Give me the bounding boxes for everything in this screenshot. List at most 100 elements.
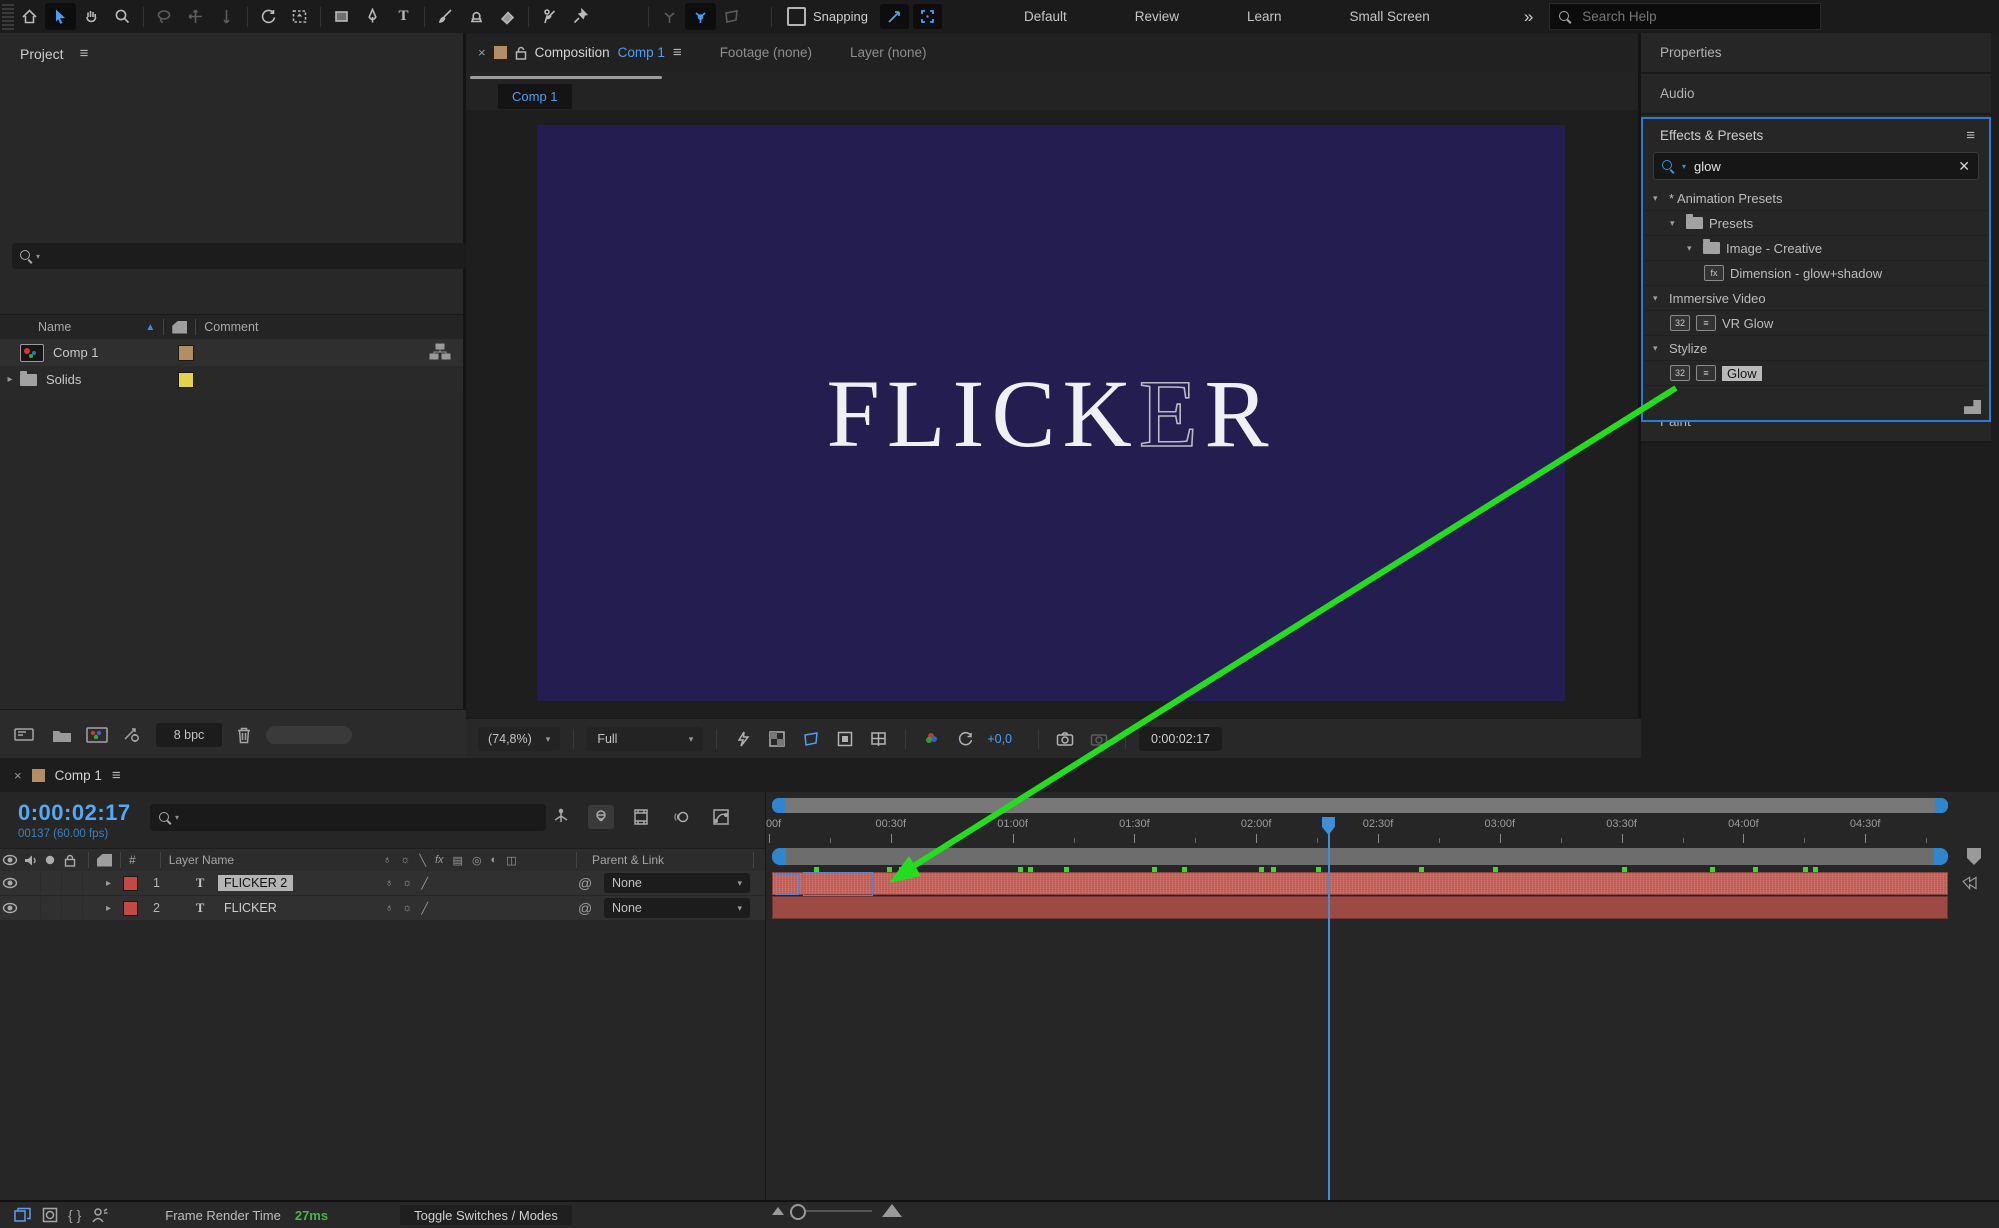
workspace-tab-learn[interactable]: Learn xyxy=(1213,0,1316,33)
toolbar-grip[interactable] xyxy=(2,3,14,30)
clear-search-icon[interactable]: ✕ xyxy=(1958,158,1970,175)
close-tab-icon[interactable]: × xyxy=(478,45,486,60)
effects-tree-item-dimension-glow-shadow[interactable]: fx Dimension - glow+shadow xyxy=(1643,261,1989,286)
quality-switch-icon[interactable]: ╲ xyxy=(419,854,426,867)
effects-tree-item-glow[interactable]: 32 ≡ Glow xyxy=(1643,361,1989,386)
comp-viewer-subtab[interactable]: Comp 1 xyxy=(498,84,572,109)
layer-visibility-eye-icon[interactable] xyxy=(0,877,20,889)
collapse-switch-icon[interactable]: ☼ xyxy=(402,902,412,915)
pen-tool-button[interactable] xyxy=(357,3,388,30)
mask-visibility-toggle-button[interactable] xyxy=(912,4,942,29)
anchor-switch-icon[interactable]: ♁ xyxy=(383,854,391,867)
clone-stamp-tool-button[interactable] xyxy=(461,3,492,30)
effects-switch-icon[interactable]: fx xyxy=(435,854,444,867)
effects-tree-item-image-creative[interactable]: ▾ Image - Creative xyxy=(1643,236,1989,261)
solo-cell[interactable] xyxy=(41,872,62,894)
help-search-box[interactable] xyxy=(1549,3,1822,30)
layer-visibility-eye-icon[interactable] xyxy=(0,902,20,914)
tab-footage[interactable]: Footage (none) xyxy=(720,33,812,72)
search-options-chevron[interactable]: ▾ xyxy=(1682,162,1686,171)
timeline-pane-divider[interactable] xyxy=(765,792,766,1200)
search-options-chevron[interactable]: ▾ xyxy=(36,252,40,261)
audio-column-icon[interactable] xyxy=(20,854,40,867)
project-footer-scrollbar[interactable] xyxy=(266,725,352,744)
world-axis-mode-button[interactable] xyxy=(685,3,716,30)
grid-guides-icon[interactable] xyxy=(866,727,892,751)
panel-menu-icon[interactable]: ≡ xyxy=(1966,127,1975,144)
layer-bar-2[interactable] xyxy=(772,896,1948,919)
project-settings-icon[interactable] xyxy=(122,726,142,743)
lock-cell[interactable] xyxy=(62,872,83,894)
color-depth-button[interactable]: 8 bpc xyxy=(156,722,222,747)
column-number[interactable]: # xyxy=(129,853,136,867)
transparency-grid-icon[interactable] xyxy=(764,727,790,751)
twirl-down-icon[interactable]: ▾ xyxy=(1670,218,1680,229)
composition-canvas[interactable]: FLICKER xyxy=(537,125,1565,701)
3d-layer-switch-icon[interactable]: ◫ xyxy=(506,854,516,867)
new-composition-icon[interactable] xyxy=(86,726,108,743)
toggle-switches-modes-button[interactable]: Toggle Switches / Modes xyxy=(400,1205,572,1225)
flowchart-icon[interactable] xyxy=(429,343,451,363)
parent-link-dropdown[interactable]: None ▾ xyxy=(604,873,750,893)
parent-pickwhip-icon[interactable]: @ xyxy=(578,900,592,916)
workspace-tab-review[interactable]: Review xyxy=(1101,0,1213,33)
workspace-overflow-chevron[interactable]: » xyxy=(1524,7,1533,27)
collapse-switch-icon[interactable]: ☼ xyxy=(402,877,412,890)
reset-exposure-icon[interactable] xyxy=(953,727,979,751)
anchor-switch-icon[interactable]: ♁ xyxy=(385,877,393,890)
collapse-transform-icon[interactable]: ☼ xyxy=(400,854,410,867)
resolution-dropdown[interactable]: Full ▾ xyxy=(587,727,704,751)
new-animation-preset-icon[interactable] xyxy=(1964,400,1981,414)
color-label-chip[interactable] xyxy=(178,371,194,388)
anchor-switch-icon[interactable]: ♁ xyxy=(385,902,393,915)
effects-tree-item-presets[interactable]: ▾ Presets xyxy=(1643,211,1989,236)
adjustment-layer-switch-icon[interactable]: ◐ xyxy=(491,854,498,867)
snapshot-camera-icon[interactable] xyxy=(1052,727,1078,751)
solo-cell[interactable] xyxy=(41,897,62,919)
audio-cell[interactable] xyxy=(20,872,41,894)
expand-layers-icon[interactable] xyxy=(14,1207,32,1223)
exposure-value[interactable]: +0,0 xyxy=(987,732,1012,746)
unlock-icon[interactable] xyxy=(515,46,527,60)
keyframe-selection-box[interactable] xyxy=(803,872,873,896)
layer-row-2[interactable]: ▸ 2 T FLICKER ♁ ☼ ╱ @ None ▾ xyxy=(0,896,765,921)
interpret-footage-icon[interactable] xyxy=(14,726,38,743)
tab-layer[interactable]: Layer (none) xyxy=(850,33,927,72)
frame-blend-switch-icon[interactable]: ▤ xyxy=(453,854,463,867)
timeline-search-input[interactable] xyxy=(181,809,496,826)
keyframe-selection-box[interactable] xyxy=(775,874,799,895)
quality-switch-icon[interactable]: ╱ xyxy=(421,877,428,890)
viewer-timecode[interactable]: 0:00:02:17 xyxy=(1139,727,1223,751)
zoom-out-mountain-icon[interactable] xyxy=(772,1206,784,1215)
tab-composition[interactable]: × Composition Comp 1 ≡ xyxy=(478,33,682,72)
author-icon[interactable] xyxy=(91,1207,109,1223)
panel-menu-icon[interactable]: ≡ xyxy=(112,767,121,784)
current-timecode[interactable]: 0:00:02:17 xyxy=(18,800,131,826)
column-name[interactable]: Name xyxy=(38,320,71,334)
layer-twirl-icon[interactable]: ▸ xyxy=(106,903,111,914)
timeline-tab-label[interactable]: Comp 1 xyxy=(55,768,102,783)
rectangle-tool-button[interactable] xyxy=(326,3,357,30)
effects-tree-item--animation-presets[interactable]: ▾ * Animation Presets xyxy=(1643,186,1989,211)
column-divider[interactable] xyxy=(163,319,165,335)
timeline-search-box[interactable]: ▾ xyxy=(150,804,546,831)
render-quality-icon[interactable] xyxy=(1960,875,1984,895)
layer-twirl-icon[interactable]: ▸ xyxy=(106,878,111,889)
twirl-down-icon[interactable]: ▾ xyxy=(1653,193,1663,204)
search-options-chevron[interactable]: ▾ xyxy=(175,813,179,822)
sidebar-panel-audio[interactable]: Audio xyxy=(1641,74,1991,115)
lock-column-icon[interactable] xyxy=(60,854,80,867)
label-column-icon[interactable] xyxy=(97,853,112,867)
column-layer-name[interactable]: Layer Name xyxy=(169,853,234,867)
layer-name[interactable]: FLICKER xyxy=(218,900,283,916)
layer-bar-1[interactable] xyxy=(772,872,1948,895)
rotation-tool-button[interactable] xyxy=(253,3,284,30)
project-row-solids[interactable]: ▸ Solids xyxy=(0,366,463,393)
layer-color-label[interactable] xyxy=(123,875,138,891)
twirl-down-icon[interactable]: ▾ xyxy=(1653,343,1663,354)
selection-tool-button[interactable] xyxy=(45,3,76,30)
layer-row-1[interactable]: ▸ 1 T FLICKER 2 ♁ ☼ ╱ @ None ▾ xyxy=(0,871,765,896)
sort-ascending-icon[interactable]: ▲ xyxy=(145,322,155,333)
parent-pickwhip-icon[interactable]: @ xyxy=(578,875,592,891)
hand-tool-button[interactable] xyxy=(76,3,107,30)
